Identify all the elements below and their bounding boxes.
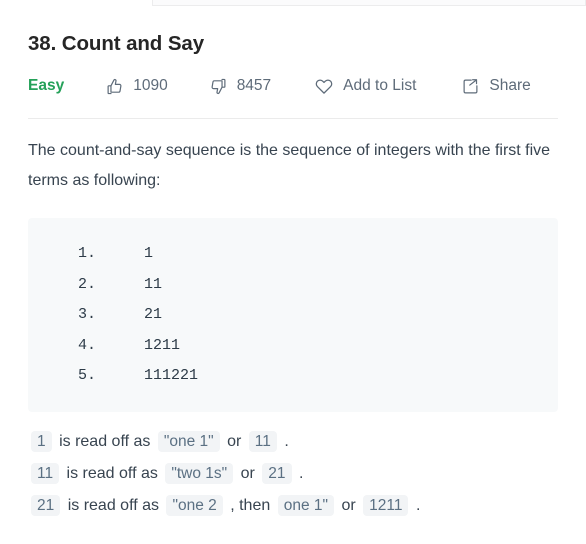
inline-code-chip: 1211 (363, 494, 409, 516)
explanation-line: 21 is read off as "one 2 , then one 1" o… (28, 490, 558, 522)
likes-count: 1090 (133, 77, 168, 94)
page-title: 38. Count and Say (28, 32, 205, 55)
add-to-list-label: Add to List (343, 77, 417, 94)
likes-button[interactable]: 1090 (106, 77, 168, 95)
code-row-value: 1 (144, 245, 154, 262)
dislikes-count: 8457 (236, 77, 272, 94)
explanation-text: is read off as (59, 432, 151, 450)
inline-code-chip: 11 (248, 430, 277, 452)
inline-code-chip: 21 (262, 462, 292, 484)
explanation-text: . (415, 496, 421, 514)
share-button[interactable]: Share (462, 77, 531, 95)
code-row-index: 4. (78, 336, 97, 354)
code-row-index: 3. (78, 306, 97, 323)
inline-code-chip: 11 (31, 462, 60, 484)
share-icon (462, 78, 479, 95)
inline-code-chip: 21 (31, 494, 61, 516)
thumbs-down-icon (210, 78, 227, 95)
explanation-text: or (227, 432, 242, 450)
explanation-text: is read off as (67, 496, 160, 514)
description-paragraph: The count-and-say sequence is the sequen… (28, 142, 551, 189)
explanation-text: , then (230, 496, 271, 514)
dislikes-button[interactable]: 8457 (210, 77, 271, 95)
explanation-text: is read off as (66, 464, 158, 482)
inline-code-chip: 1 (31, 430, 52, 452)
explanation-text: . (298, 464, 304, 482)
inline-code-chip: "one 1" (157, 430, 220, 452)
code-row-value: 21 (144, 306, 163, 323)
code-row: 5. 111221 (28, 361, 558, 392)
thumbs-up-icon (106, 78, 123, 95)
inline-code-chip: one 1" (277, 494, 334, 516)
explanation-line: 11 is read off as "two 1s" or 21 . (28, 458, 558, 490)
code-row: 3. 21 (28, 300, 558, 331)
explanation-text: or (341, 496, 356, 514)
code-row-index: 2. (78, 275, 97, 293)
inline-code-chip: "one 2 (166, 494, 223, 516)
code-row: 2. 11 (28, 270, 558, 301)
problem-description-page: 38. Count and Say Easy 1090 8457 Add to … (0, 0, 586, 522)
code-row: 4. 1211 (28, 331, 558, 362)
problem-action-bar: Easy 1090 8457 Add to List Share (28, 73, 558, 99)
code-row-value: 111221 (144, 367, 199, 384)
share-label: Share (489, 77, 531, 94)
explanation-list: 1 is read off as "one 1" or 11 . 11 is re… (28, 426, 558, 522)
inline-code-chip: "two 1s" (165, 462, 234, 484)
explanation-text: . (284, 432, 289, 450)
code-row: 1. 1 (28, 239, 558, 270)
explanation-text: or (240, 464, 255, 482)
sequence-code-block: 1. 1 2. 11 3. 21 4. 1211 5. 111221 (28, 218, 558, 412)
explanation-line: 1 is read off as "one 1" or 11 . (28, 426, 558, 458)
code-row-value: 11 (144, 275, 163, 293)
code-row-value: 1211 (144, 336, 181, 354)
difficulty-badge: Easy (28, 77, 65, 94)
code-row-index: 5. (78, 367, 97, 384)
code-row-index: 1. (78, 245, 97, 262)
heart-icon (315, 77, 333, 95)
add-to-list-button[interactable]: Add to List (315, 77, 416, 95)
